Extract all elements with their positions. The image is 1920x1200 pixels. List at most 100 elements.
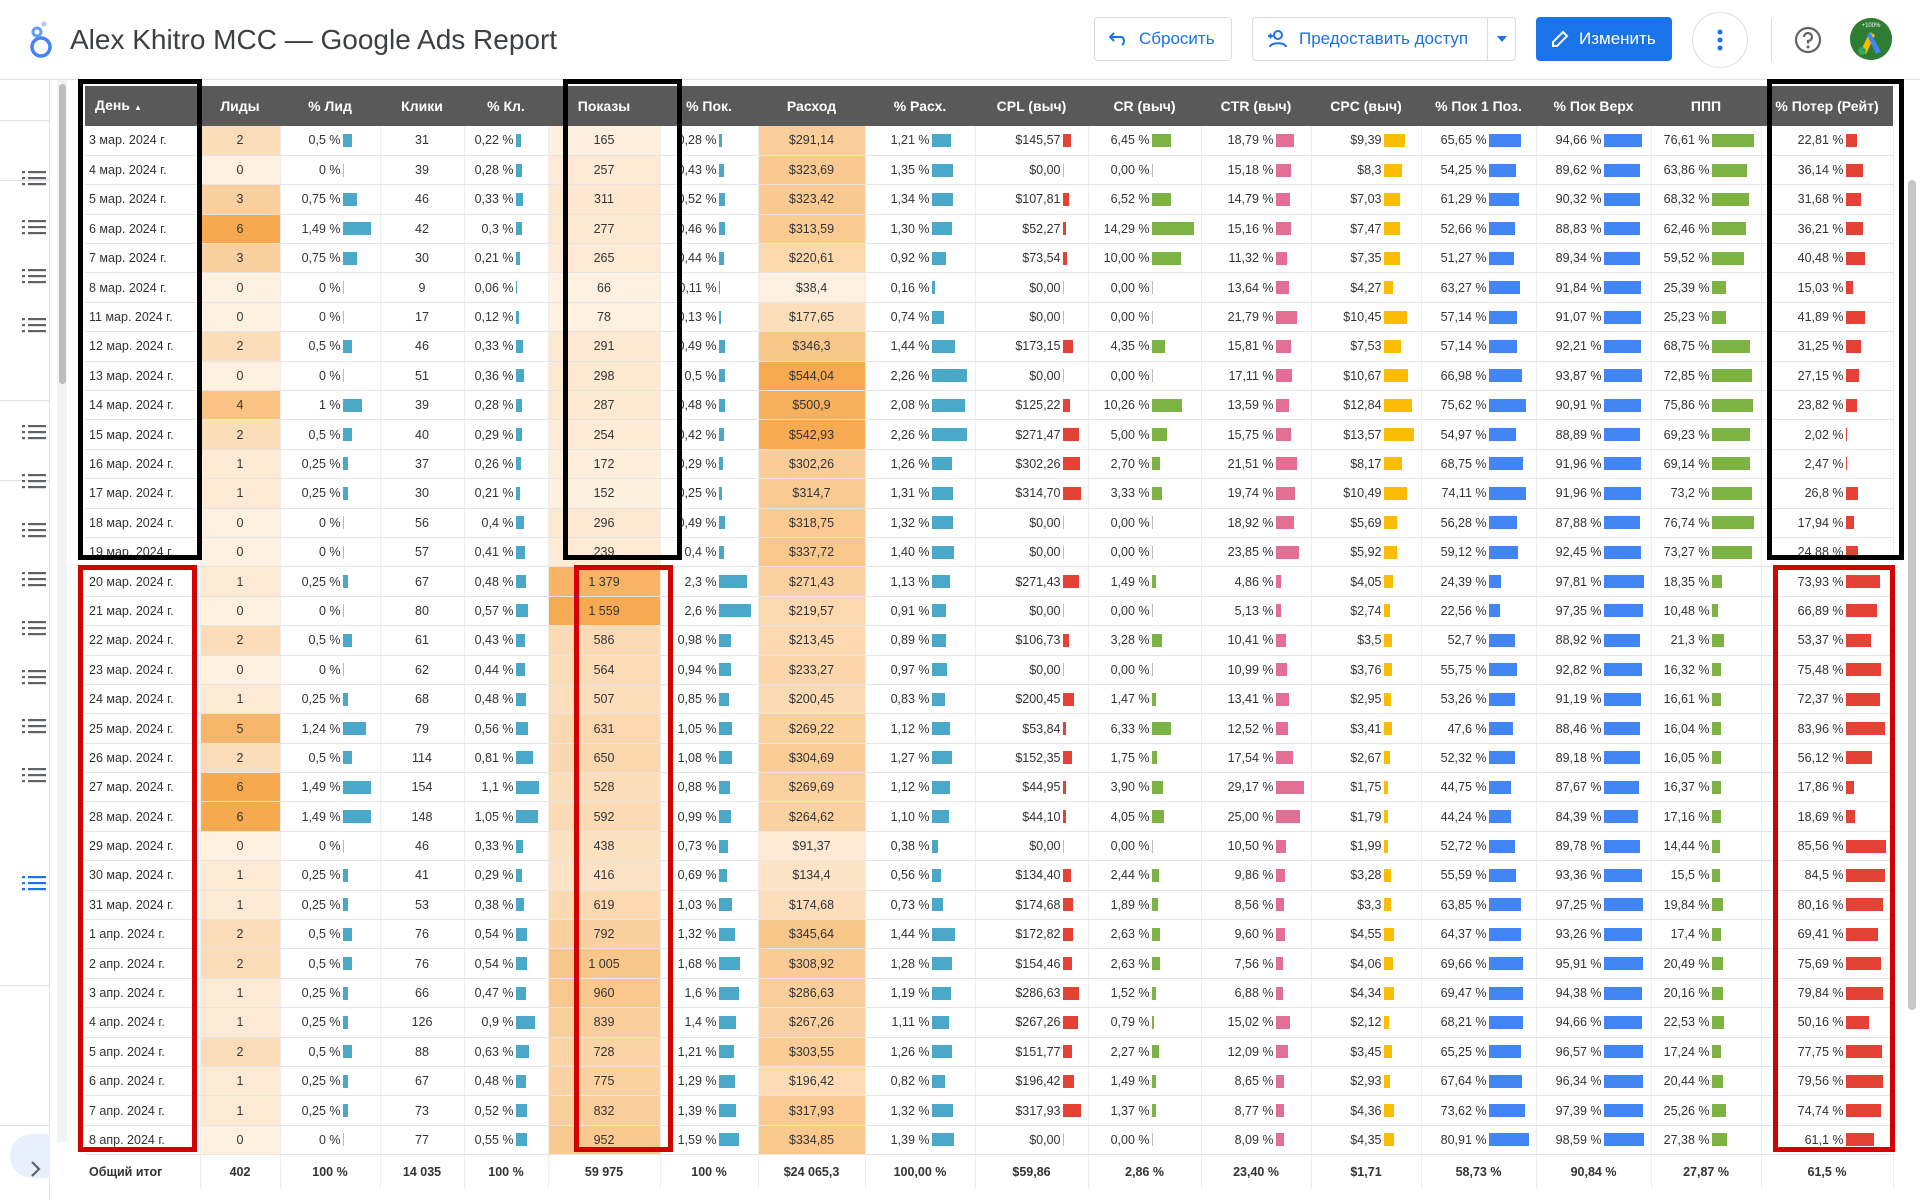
table-row[interactable]: 31 мар. 2024 г. 1 0,25 % 53 0,38 % 619 1,03 % $… [85,890,1894,921]
sidebar-page-list-icon[interactable] [22,716,46,736]
cell-data-bar [1062,722,1066,735]
table-row[interactable]: 4 мар. 2024 г. 0 0 % 39 0,28 % 257 0,43 % $323,… [85,155,1894,186]
cell-bar-8: 2,08 % [865,390,976,421]
table-row[interactable]: 6 апр. 2024 г. 1 0,25 % 67 0,48 % 775 1,29 % $1… [85,1066,1894,1097]
column-header-5[interactable]: Показы [548,86,660,126]
table-row[interactable]: 18 мар. 2024 г. 0 0 % 56 0,4 % 296 0,49 % $318,… [85,508,1894,538]
table-row[interactable]: 14 мар. 2024 г. 4 1 % 39 0,28 % 287 0,48 % $500… [85,390,1894,421]
sidebar-page-list-icon[interactable] [22,422,46,442]
share-dropdown-caret-icon[interactable] [1487,18,1515,60]
sidebar-page-list-icon[interactable] [22,471,46,491]
cell-bar-13: 22,56 % [1421,596,1537,627]
column-header-10[interactable]: CR (выч) [1088,86,1201,126]
table-row[interactable]: 26 мар. 2024 г. 2 0,5 % 114 0,81 % 650 1,08 % $… [85,743,1894,774]
sidebar-page-list-icon[interactable] [22,266,46,286]
column-header-9[interactable]: CPL (выч) [975,86,1088,126]
column-header-16[interactable]: % Потер (Рейт) [1761,86,1893,126]
cell-date: 6 апр. 2024 г. [85,1066,201,1097]
column-header-3[interactable]: Клики [380,86,464,126]
table-row[interactable]: 3 апр. 2024 г. 1 0,25 % 66 0,47 % 960 1,6 % $28… [85,978,1894,1009]
cell-bar-14: 88,46 % [1536,713,1652,744]
column-header-4[interactable]: % Кл. [464,86,548,126]
cell-value: 1,49 % [1110,1074,1150,1089]
table-row[interactable]: 5 мар. 2024 г. 3 0,75 % 46 0,33 % 311 0,52 % $3… [85,184,1894,215]
table-scrollbar-thumb[interactable] [1908,180,1916,1010]
cell-value: 61,29 % [1440,192,1487,207]
column-header-15[interactable]: ППП [1651,86,1761,126]
table-row[interactable]: 21 мар. 2024 г. 0 0 % 80 0,57 % 1 559 2,6 % $21… [85,596,1894,627]
left-scrollbar-thumb[interactable] [59,84,66,384]
cell-value: 10,48 % [1663,603,1710,618]
column-header-7[interactable]: Расход [758,86,865,126]
cell-data-bar [1603,986,1642,1000]
cell-value: $314,70 [1015,486,1061,501]
table-row[interactable]: 19 мар. 2024 г. 0 0 % 57 0,41 % 239 0,4 % $337,… [85,537,1894,568]
column-header-14[interactable]: % Пок Верх [1536,86,1651,126]
sidebar-page-list-icon[interactable] [22,520,46,540]
report-title[interactable]: Alex Khitro MCC — Google Ads Report [70,24,557,56]
reset-button[interactable]: Сбросить [1094,17,1232,61]
table-row[interactable]: 12 мар. 2024 г. 2 0,5 % 46 0,33 % 291 0,49 % $3… [85,331,1894,362]
table-row[interactable]: 23 мар. 2024 г. 0 0 % 62 0,44 % 564 0,94 % $233… [85,655,1894,685]
table-row[interactable]: 3 мар. 2024 г. 2 0,5 % 31 0,22 % 165 0,28 % $29… [85,126,1894,156]
more-options-button[interactable] [1692,12,1748,68]
table-row[interactable]: 8 мар. 2024 г. 0 0 % 9 0,06 % 66 0,11 % $38,4 0,… [85,272,1894,303]
table-row[interactable]: 25 мар. 2024 г. 5 1,24 % 79 0,56 % 631 1,05 % $… [85,713,1894,744]
column-header-12[interactable]: CPC (выч) [1311,86,1421,126]
cell-bar-6: 0,13 % [660,302,759,333]
looker-studio-logo-icon[interactable] [24,20,54,60]
avatar[interactable]: +100% [1850,18,1892,60]
table-row[interactable]: 6 мар. 2024 г. 6 1,49 % 42 0,3 % 277 0,46 % $31… [85,214,1894,245]
sidebar-page-list-icon[interactable] [22,315,46,335]
sidebar-page-list-icon[interactable] [22,168,46,188]
table-row[interactable]: 2 апр. 2024 г. 2 0,5 % 76 0,54 % 1 005 1,68 % $… [85,948,1894,979]
cell-heat-5: 287 [548,390,661,421]
table-row[interactable]: 1 апр. 2024 г. 2 0,5 % 76 0,54 % 792 1,32 % $34… [85,919,1894,950]
table-row[interactable]: 30 мар. 2024 г. 1 0,25 % 41 0,29 % 416 0,69 % $… [85,860,1894,891]
cell-heat-1: 2 [200,126,281,156]
cell-data-bar [1711,604,1718,618]
table-row[interactable]: 13 мар. 2024 г. 0 0 % 51 0,36 % 298 0,5 % $544,… [85,361,1894,392]
sidebar-page-list-icon[interactable] [22,569,46,589]
sidebar-page-list-icon[interactable] [22,217,46,237]
share-button[interactable]: Предоставить доступ [1252,17,1516,61]
table-row[interactable]: 27 мар. 2024 г. 6 1,49 % 154 1,1 % 528 0,88 % $… [85,772,1894,803]
cell-bar-12: $3,28 [1311,860,1422,891]
column-header-1[interactable]: Лиды [200,86,280,126]
table-row[interactable]: 7 апр. 2024 г. 1 0,25 % 73 0,52 % 832 1,39 % $3… [85,1095,1894,1126]
cell-data-bar [1275,133,1294,147]
sidebar-page-list-icon[interactable] [22,873,46,893]
column-header-0[interactable]: День ▲ [85,86,200,126]
cell-value: 1,19 % [890,986,930,1001]
table-row[interactable]: 15 мар. 2024 г. 2 0,5 % 40 0,29 % 254 0,42 % $5… [85,419,1894,450]
column-header-8[interactable]: % Расх. [865,86,975,126]
table-row[interactable]: 11 мар. 2024 г. 0 0 % 17 0,12 % 78 0,13 % $177,… [85,302,1894,333]
table-row[interactable]: 17 мар. 2024 г. 1 0,25 % 30 0,21 % 152 0,25 % $… [85,478,1894,509]
table-row[interactable]: 20 мар. 2024 г. 1 0,25 % 67 0,48 % 1 379 2,3 %… [85,566,1894,597]
table-row[interactable]: 8 апр. 2024 г. 0 0 % 77 0,55 % 952 1,59 % $334,… [85,1125,1894,1156]
table-row[interactable]: 29 мар. 2024 г. 0 0 % 46 0,33 % 438 0,73 % $91,… [85,831,1894,862]
help-icon[interactable] [1793,25,1823,55]
table-row[interactable]: 16 мар. 2024 г. 1 0,25 % 37 0,26 % 172 0,29 % $… [85,449,1894,480]
table-row[interactable]: 7 мар. 2024 г. 3 0,75 % 30 0,21 % 265 0,44 % $2… [85,243,1894,274]
table-row[interactable]: 24 мар. 2024 г. 1 0,25 % 68 0,48 % 507 0,85 % $… [85,684,1894,715]
table-row[interactable]: 5 апр. 2024 г. 2 0,5 % 88 0,63 % 728 1,21 % $30… [85,1037,1894,1068]
edit-button[interactable]: Изменить [1536,17,1672,61]
cell-data-bar [1383,1015,1389,1029]
cell-bar-9: $0,00 [975,272,1089,303]
table-row[interactable]: 28 мар. 2024 г. 6 1,49 % 148 1,05 % 592 0,99 %… [85,801,1894,832]
sidebar-page-list-icon[interactable] [22,618,46,638]
column-header-11[interactable]: CTR (выч) [1201,86,1311,126]
column-header-13[interactable]: % Пок 1 Поз. [1421,86,1536,126]
cell-bar-13: 54,25 % [1421,155,1537,186]
table-row[interactable]: 4 апр. 2024 г. 1 0,25 % 126 0,9 % 839 1,4 % $26… [85,1007,1894,1038]
sidebar-page-list-icon[interactable] [22,667,46,687]
sort-ascending-icon[interactable]: ▲ [134,103,142,112]
expand-sidebar-chevron-icon[interactable] [30,1160,42,1178]
cell-value: 0,75 % [301,192,341,207]
cell-bar-16: 26,8 % [1761,478,1894,509]
table-row[interactable]: 22 мар. 2024 г. 2 0,5 % 61 0,43 % 586 0,98 % $2… [85,625,1894,656]
column-header-6[interactable]: % Пок. [660,86,758,126]
sidebar-page-list-icon[interactable] [22,765,46,785]
column-header-2[interactable]: % Лид [280,86,380,126]
